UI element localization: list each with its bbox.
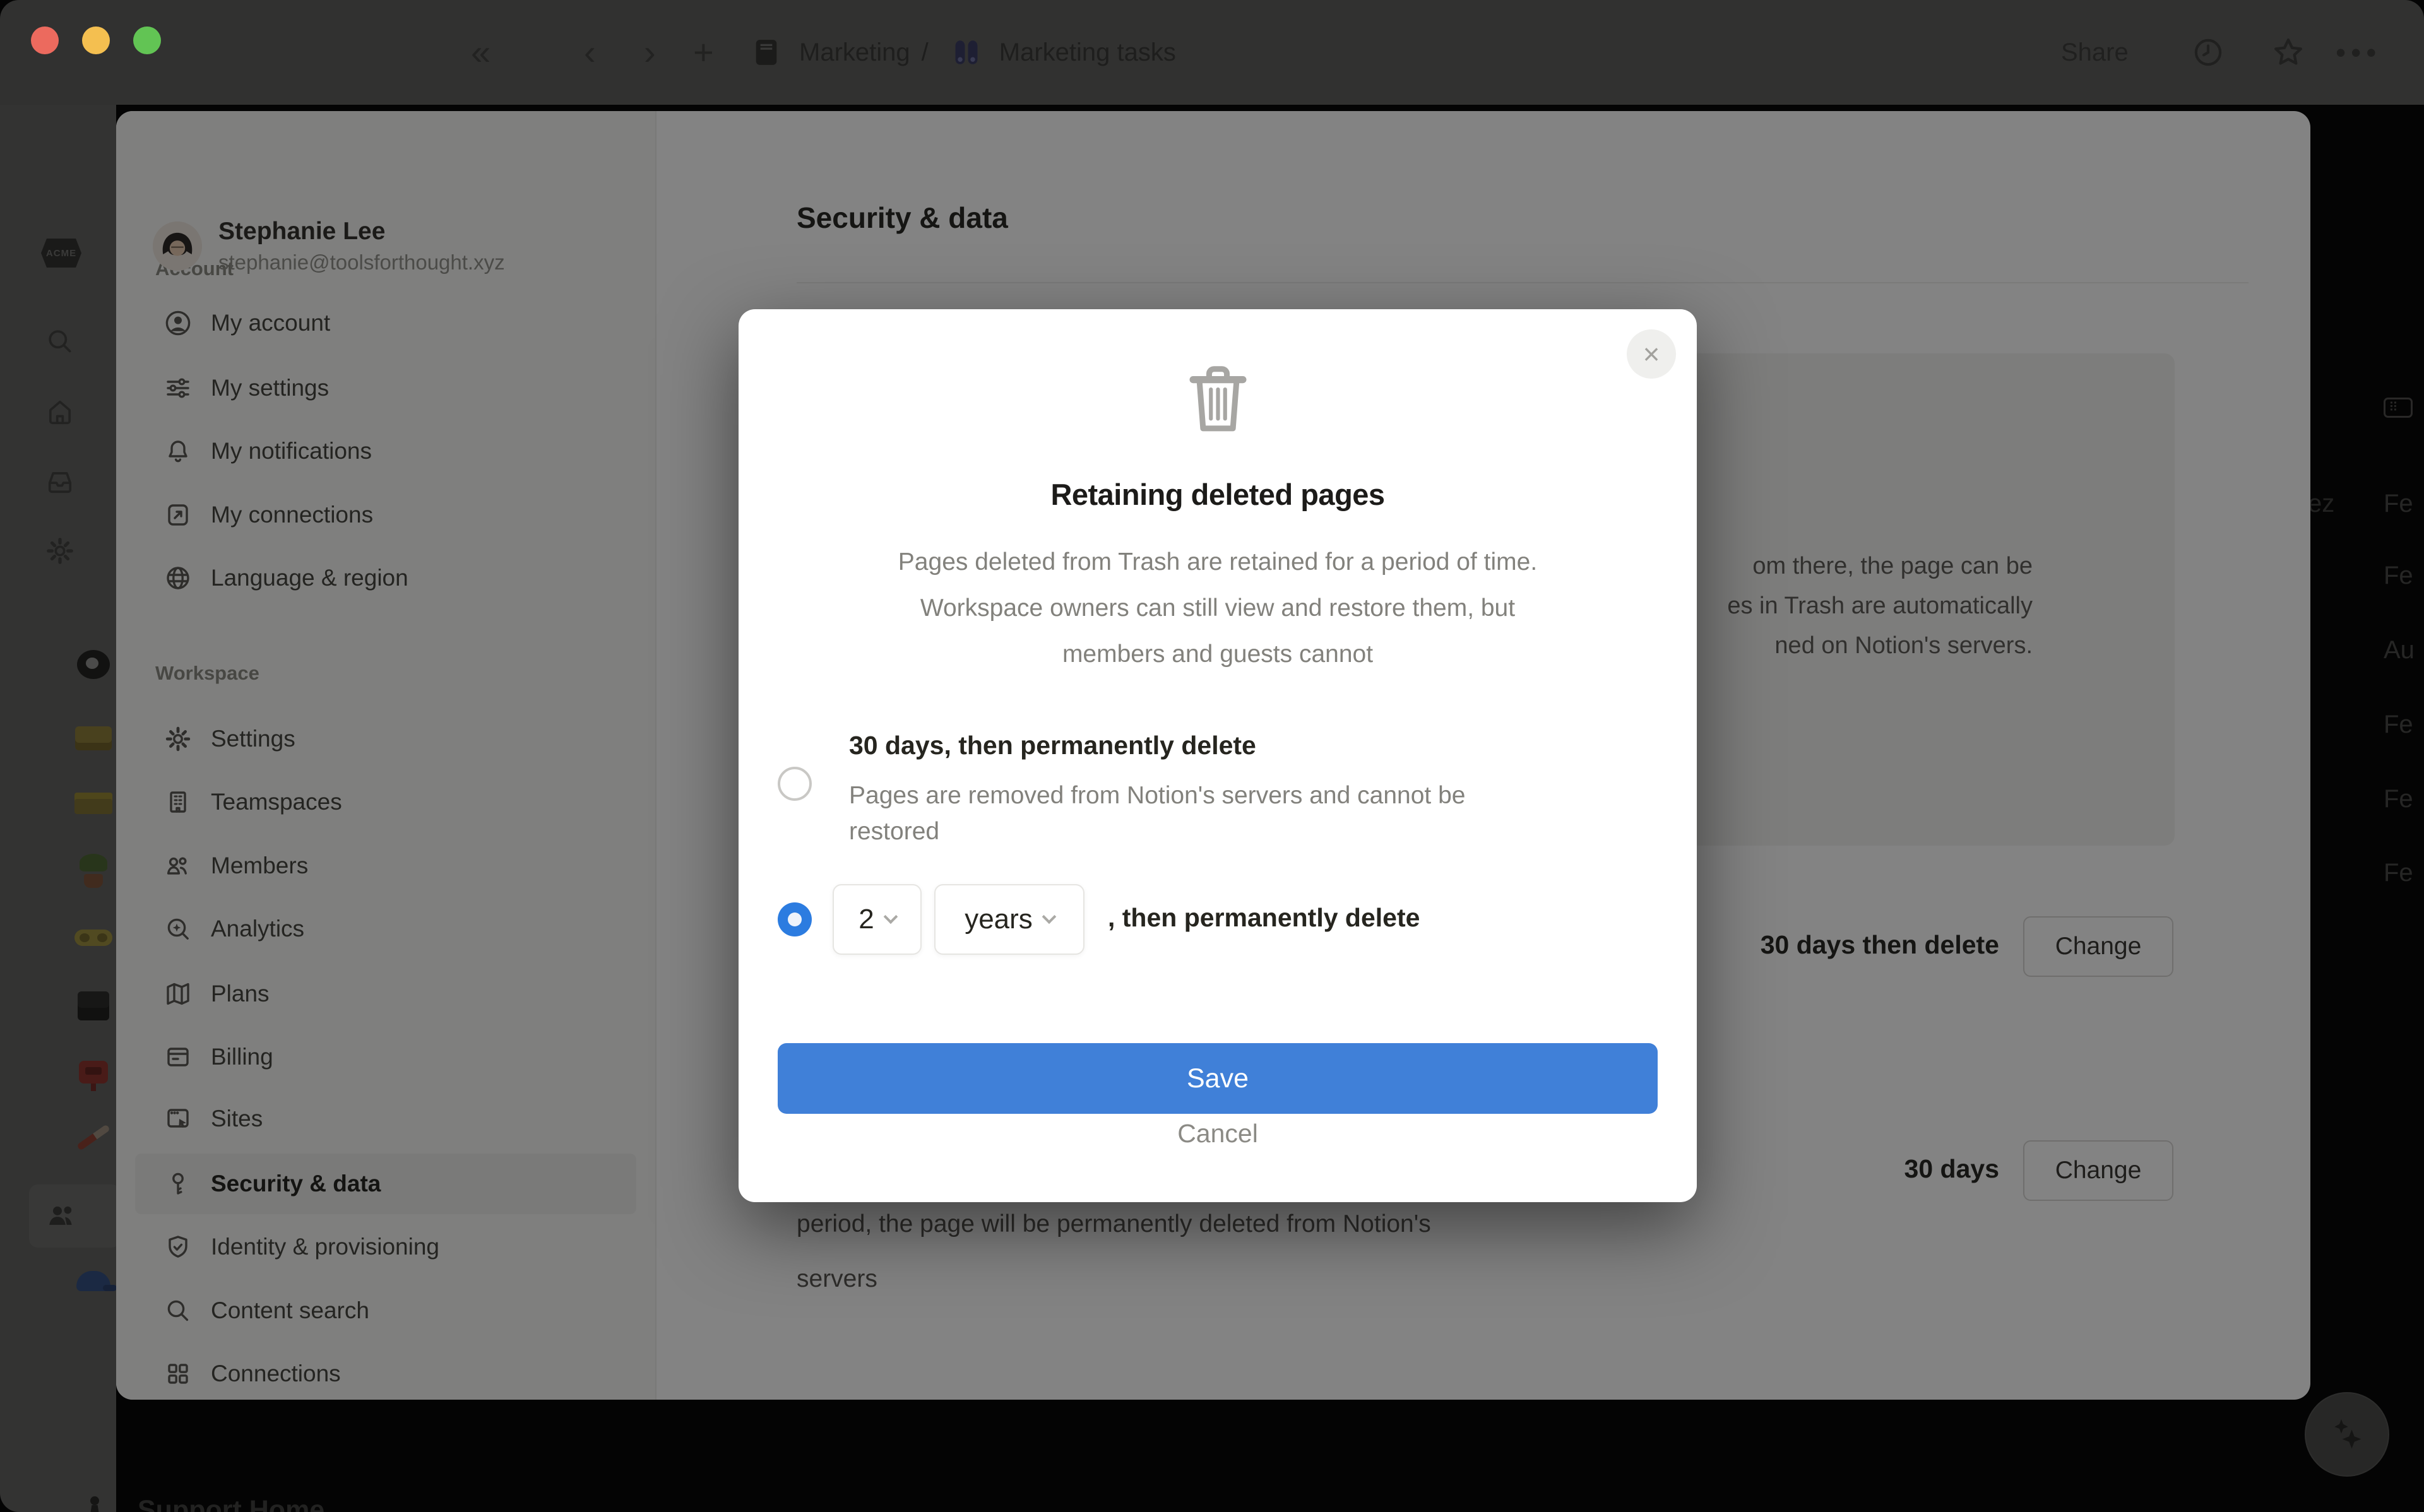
retaining-deleted-pages-modal: × Retaining deleted pages Pages deleted …	[739, 309, 1697, 1202]
chevron-down-icon	[1042, 909, 1056, 924]
trash-icon	[739, 357, 1697, 442]
modal-description: Pages deleted from Trash are retained fo…	[739, 539, 1697, 677]
radio-custom-period-option[interactable]	[778, 902, 812, 936]
option-30-days-label[interactable]: 30 days, then permanently delete	[849, 731, 1256, 760]
option-30-days-description: Pages are removed from Notion's servers …	[849, 777, 1465, 849]
save-button[interactable]: Save	[778, 1043, 1658, 1114]
retention-number-select[interactable]: 2	[833, 884, 922, 955]
chevron-down-icon	[883, 909, 898, 924]
cancel-button[interactable]: Cancel	[739, 1118, 1697, 1149]
radio-30-days-option[interactable]	[778, 767, 812, 801]
retention-unit-select[interactable]: years	[934, 884, 1084, 955]
minimize-window-button[interactable]	[82, 27, 110, 54]
modal-title: Retaining deleted pages	[739, 477, 1697, 512]
option-custom-suffix: , then permanently delete	[1108, 903, 1420, 933]
zoom-window-button[interactable]	[133, 27, 161, 54]
close-window-button[interactable]	[31, 27, 59, 54]
